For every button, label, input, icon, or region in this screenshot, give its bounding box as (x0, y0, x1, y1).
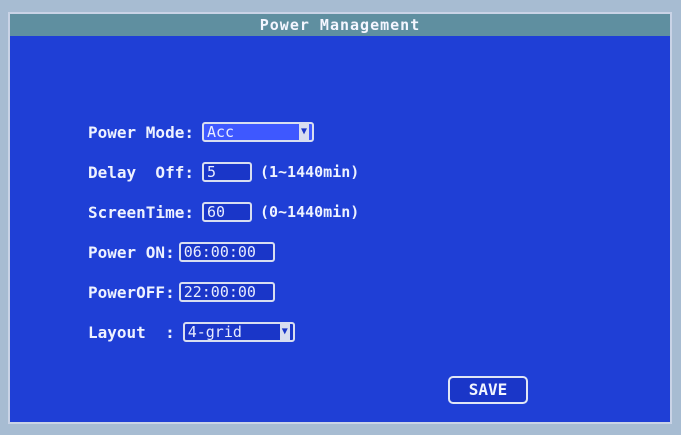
screen-time-row: ScreenTime: 60 (0~1440min) (88, 199, 359, 225)
power-off-row: PowerOFF: 22:00:00 (88, 279, 275, 305)
power-mode-value: Acc (206, 123, 235, 141)
delay-off-row: Delay Off: 5 (1~1440min) (88, 159, 359, 185)
power-off-label: PowerOFF: (88, 282, 175, 302)
layout-row: Layout : 4-grid ▼ (88, 319, 295, 345)
delay-off-label: Delay Off: (88, 162, 194, 182)
power-on-time-input[interactable]: 06:00:00 (178, 242, 275, 262)
power-mode-dropdown[interactable]: Acc ▼ (201, 122, 314, 142)
power-management-window: Power Management Power Mode: Acc ▼ Delay… (8, 12, 672, 424)
delay-off-range: (1~1440min) (259, 163, 360, 181)
power-off-time-value: 22:00:00 (183, 283, 256, 301)
power-on-row: Power ON: 06:00:00 (88, 239, 275, 265)
chevron-down-icon[interactable]: ▼ (298, 124, 309, 140)
layout-label: Layout : (88, 322, 175, 342)
delay-off-input[interactable]: 5 (201, 162, 252, 182)
power-on-label: Power ON: (88, 242, 175, 262)
power-mode-label: Power Mode: (88, 122, 194, 142)
screen-time-value: 60 (206, 203, 226, 221)
power-on-time-value: 06:00:00 (183, 243, 256, 261)
chevron-down-icon[interactable]: ▼ (279, 324, 290, 340)
power-mode-row: Power Mode: Acc ▼ (88, 119, 314, 145)
screen-background: Power Management Power Mode: Acc ▼ Delay… (0, 0, 681, 435)
layout-dropdown[interactable]: 4-grid ▼ (182, 322, 295, 342)
power-off-time-input[interactable]: 22:00:00 (178, 282, 275, 302)
delay-off-value: 5 (206, 163, 216, 181)
layout-value: 4-grid (187, 323, 242, 341)
screen-time-label: ScreenTime: (88, 202, 194, 222)
screen-time-input[interactable]: 60 (201, 202, 252, 222)
screen-time-range: (0~1440min) (259, 203, 360, 221)
save-button[interactable]: SAVE (448, 376, 528, 404)
window-title: Power Management (10, 14, 670, 36)
